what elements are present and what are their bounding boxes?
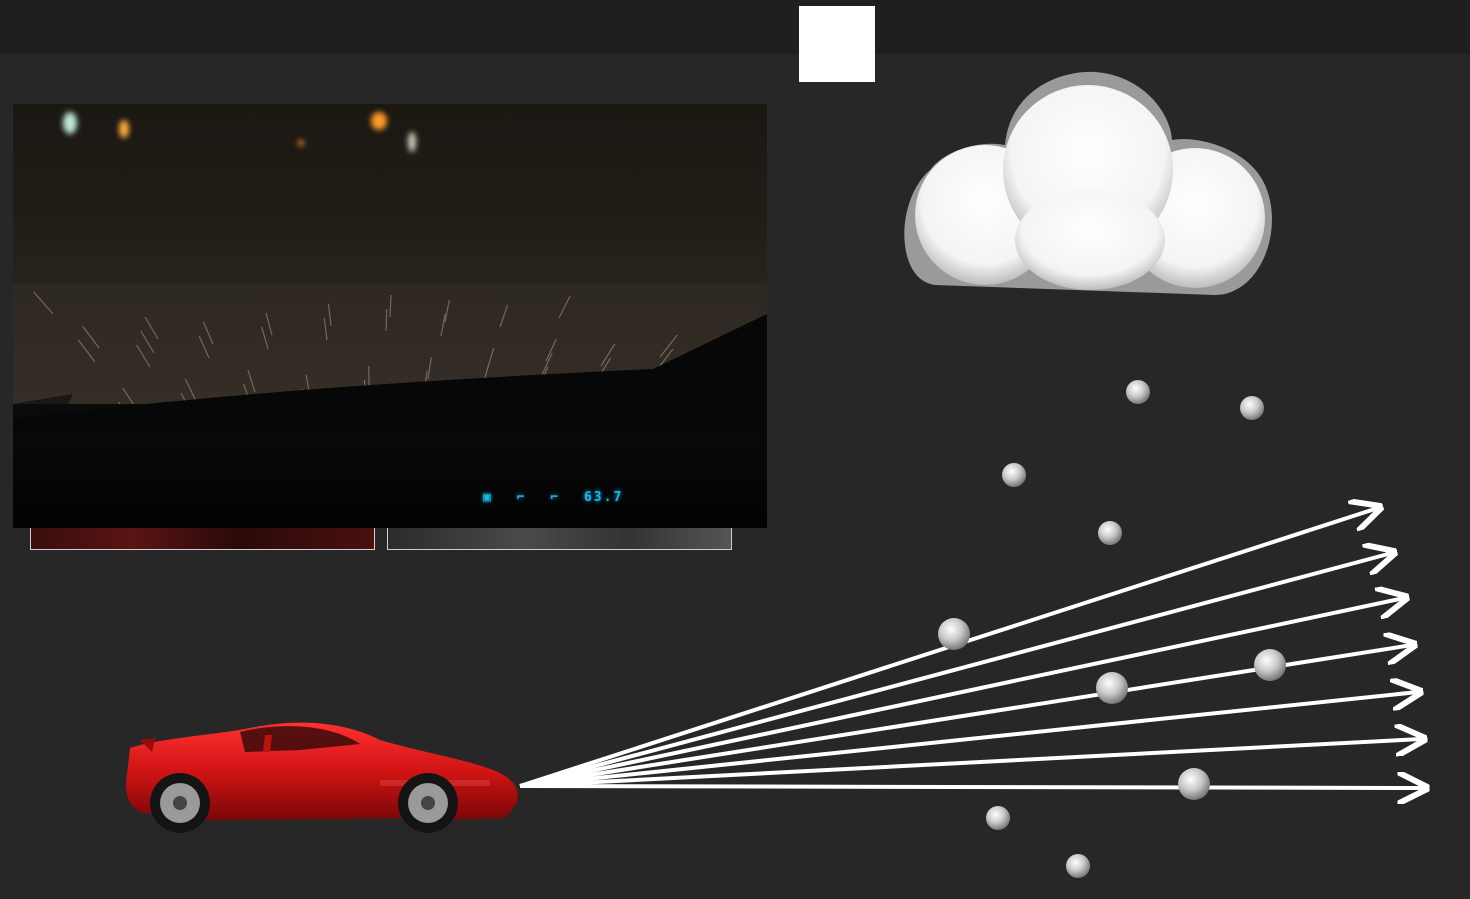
raindrop-icon — [1002, 463, 1026, 487]
raindrop-icon — [1098, 521, 1122, 545]
raindrop-icon — [1126, 380, 1150, 404]
cloud-icon — [904, 71, 1272, 295]
raindrop-icon — [1240, 396, 1264, 420]
rain-lidar-diagram — [126, 71, 1470, 878]
raindrop-icon — [1096, 672, 1128, 704]
arrow-icon — [519, 786, 1424, 788]
red-sports-car-icon — [126, 722, 518, 833]
arrow-icon — [519, 692, 1418, 788]
raindrop-icon — [1178, 768, 1210, 800]
lidar-beams — [519, 508, 1424, 788]
raindrop-icon — [1066, 854, 1090, 878]
arrow-icon — [519, 739, 1422, 788]
raindrop-icon — [986, 806, 1010, 830]
raindrop-icon — [1254, 649, 1286, 681]
raindrop-icon — [938, 618, 970, 650]
